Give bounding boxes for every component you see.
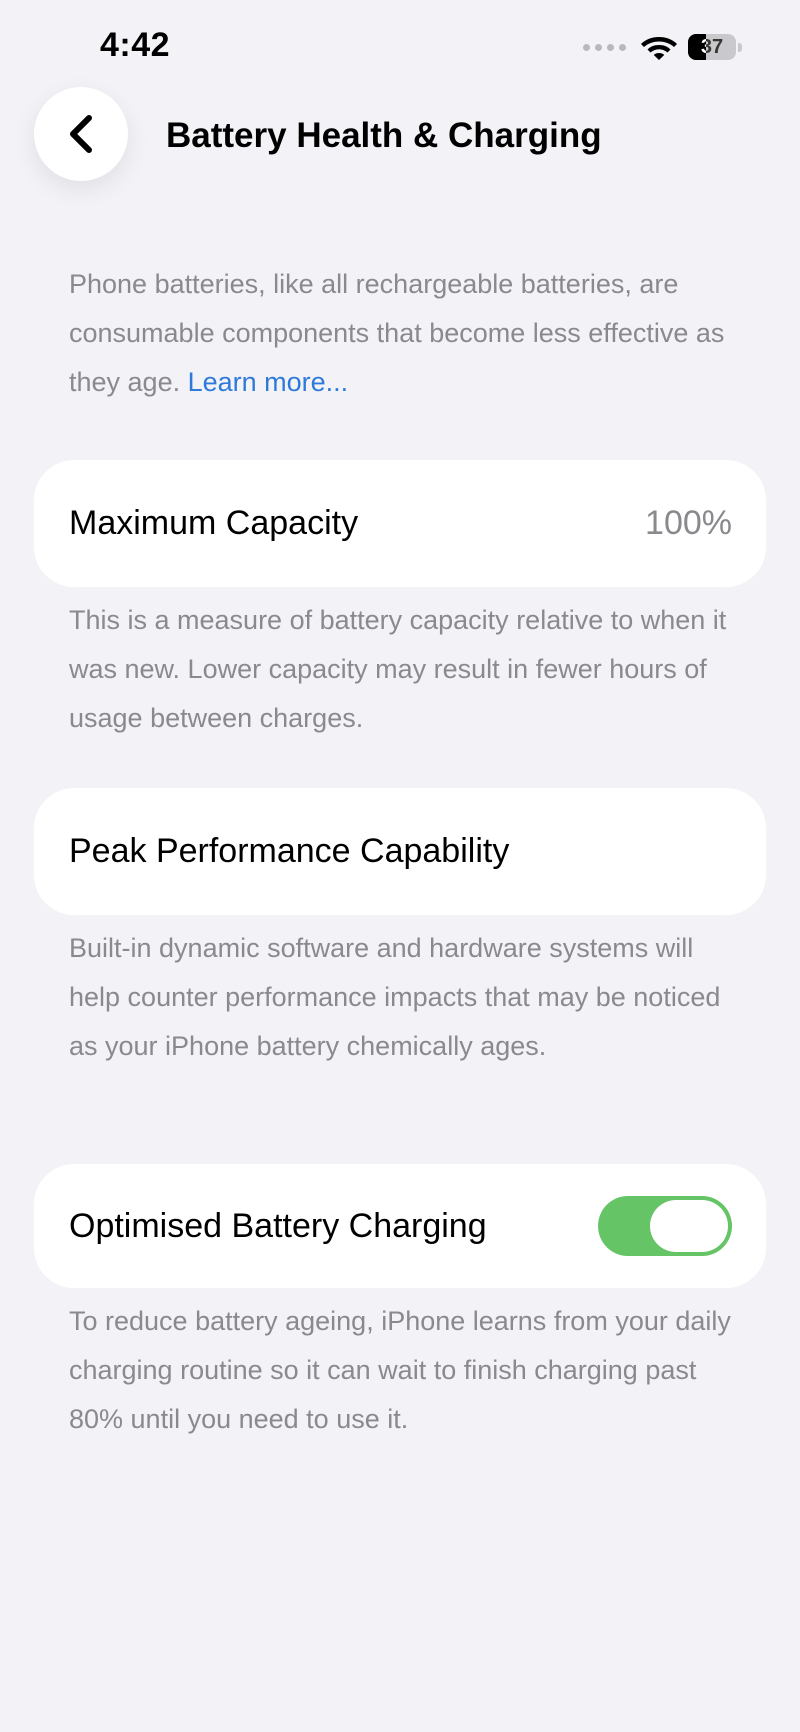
peak-performance-row: Peak Performance Capability [34,788,766,915]
chevron-left-icon [70,115,92,153]
maximum-capacity-row: Maximum Capacity 100% [34,460,766,587]
optimised-charging-row: Optimised Battery Charging [34,1164,766,1288]
status-icons: 37 [583,30,742,64]
battery-icon: 37 [688,34,742,60]
maximum-capacity-label: Maximum Capacity [69,504,359,542]
intro-body: Phone batteries, like all rechargeable b… [69,269,725,397]
optimised-charging-label: Optimised Battery Charging [69,1206,487,1245]
intro-text: Phone batteries, like all rechargeable b… [69,260,739,407]
toggle-knob [650,1200,728,1252]
back-button[interactable] [34,87,128,181]
status-bar: 4:42 37 [0,0,800,90]
peak-performance-description: Built-in dynamic software and hardware s… [69,933,721,1061]
wifi-icon [641,37,677,60]
maximum-capacity-value: 100% [645,504,732,542]
optimised-charging-toggle[interactable] [598,1196,732,1256]
cellular-signal-icon [583,43,626,51]
maximum-capacity-description: This is a measure of battery capacity re… [69,605,727,733]
battery-level: 37 [700,36,724,58]
status-time: 4:42 [100,26,171,64]
peak-performance-label: Peak Performance Capability [69,832,510,870]
learn-more-link[interactable]: Learn more... [188,367,349,397]
optimised-charging-description: To reduce battery ageing, iPhone learns … [69,1306,731,1434]
page-title: Battery Health & Charging [166,116,602,155]
